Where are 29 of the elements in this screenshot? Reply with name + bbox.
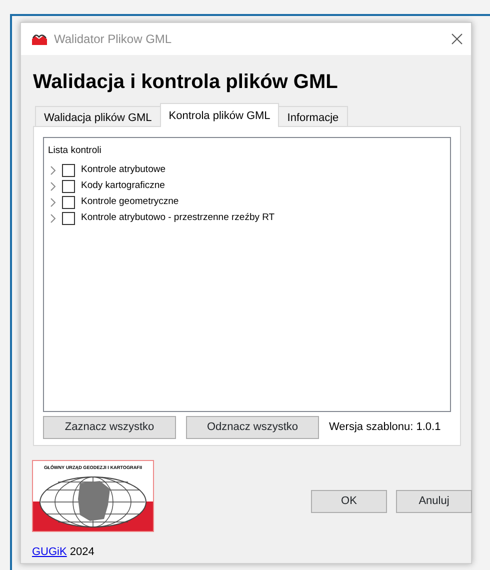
tree-item-label: Kontrole atrybutowe — [81, 163, 166, 178]
panel-button[interactable]: Zaznacz wszystko — [43, 416, 176, 439]
dialog-button[interactable]: Anuluj — [396, 490, 472, 512]
year-text: 2024 — [70, 546, 94, 558]
tree-item-label: Kontrole geometryczne — [81, 195, 179, 210]
close-icon[interactable] — [451, 33, 463, 45]
globe-icon — [38, 474, 148, 529]
panel-button[interactable]: Odznacz wszystko — [186, 416, 319, 439]
window-title: Walidator Plikow GML — [54, 31, 173, 48]
tree-item-label: Kody kartograficzne — [81, 179, 165, 194]
tree-item-label: Kontrole atrybutowo - przestrzenne rzeźby RT — [81, 211, 275, 226]
dialog-heading: Walidacja i kontrola plików GML — [33, 70, 339, 95]
chevron-icon[interactable] — [50, 198, 56, 207]
checkbox[interactable] — [62, 164, 75, 177]
checkbox[interactable] — [62, 196, 75, 209]
tab[interactable]: Informacje — [278, 106, 348, 127]
chevron-icon[interactable] — [50, 214, 56, 223]
dialog-button[interactable]: OK — [311, 490, 387, 512]
tab[interactable]: Kontrola plików GML — [160, 103, 280, 127]
version-text: Wersja szablonu: 1.0.1 — [329, 420, 441, 436]
tree-header: Lista kontroli — [48, 144, 102, 158]
app-icon — [31, 32, 48, 46]
chevron-icon[interactable] — [50, 182, 56, 191]
tab[interactable]: Walidacja plików GML — [35, 106, 161, 127]
tree-view[interactable]: Lista kontroli Kontrole atrybutowe Kody kartograficzne Kontrole geometryczne Kontrole atrybutowo - przestrzenne rzeźby RT — [43, 137, 451, 412]
checkbox[interactable] — [62, 212, 75, 225]
checkbox[interactable] — [62, 180, 75, 193]
chevron-icon[interactable] — [50, 166, 56, 175]
gugik-link[interactable]: GUGiK — [32, 546, 67, 558]
